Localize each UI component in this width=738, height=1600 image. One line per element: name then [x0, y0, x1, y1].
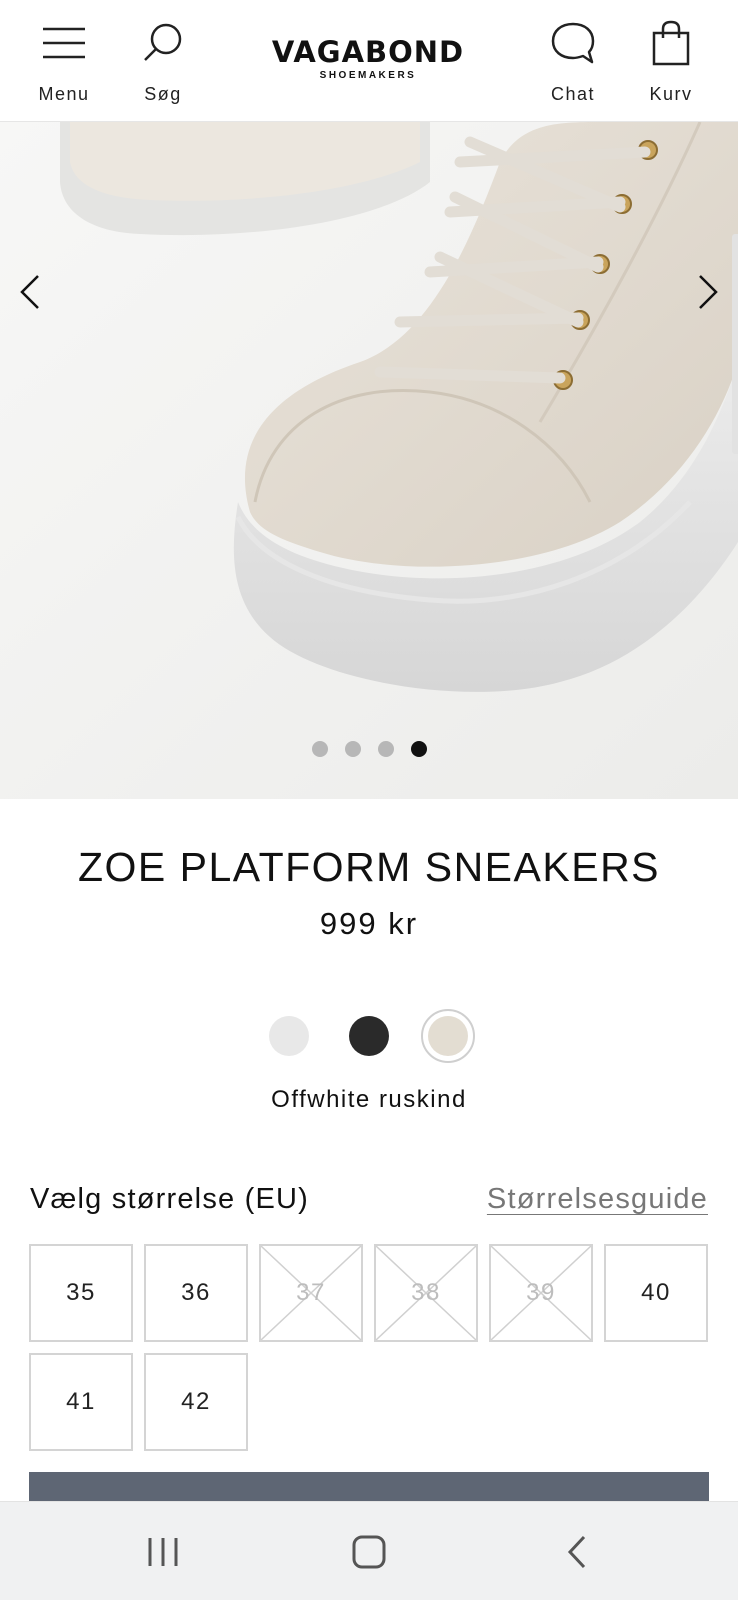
- size-option-40[interactable]: 40: [604, 1244, 708, 1342]
- product-image-carousel[interactable]: [0, 122, 738, 799]
- size-value: 42: [181, 1388, 211, 1415]
- previous-image-button[interactable]: [10, 262, 50, 322]
- size-option-35[interactable]: 35: [29, 1244, 133, 1342]
- recent-apps-button[interactable]: [133, 1530, 193, 1574]
- product-price: 999 kr: [319, 906, 419, 941]
- color-swatch-black[interactable]: [349, 1016, 389, 1056]
- size-option-37-unavailable[interactable]: 37: [259, 1244, 363, 1342]
- size-value: 37: [296, 1279, 326, 1306]
- carousel-dot[interactable]: [344, 741, 361, 757]
- size-guide-link[interactable]: Størrelsesguide: [487, 1183, 708, 1216]
- logo-wordmark: VAGABOND: [271, 35, 465, 69]
- selected-color-name: Offwhite ruskind: [271, 1086, 467, 1113]
- size-option-38-unavailable[interactable]: 38: [374, 1244, 478, 1342]
- site-header: Menu Søg VAGABOND SHOEMAKERS Chat Kurv: [0, 0, 738, 122]
- color-swatch-offwhite-selected[interactable]: [421, 1009, 475, 1063]
- brand-logo[interactable]: VAGABOND SHOEMAKERS: [248, 36, 488, 81]
- size-value: 40: [641, 1279, 671, 1306]
- back-chevron-icon: [567, 1535, 586, 1569]
- color-swatch-light-grey[interactable]: [269, 1016, 309, 1056]
- next-image-button[interactable]: [688, 262, 728, 322]
- chevron-left-icon: [20, 275, 39, 309]
- size-option-36[interactable]: 36: [144, 1244, 248, 1342]
- menu-label: Menu: [38, 84, 90, 104]
- size-option-41[interactable]: 41: [29, 1353, 133, 1451]
- carousel-dot[interactable]: [311, 741, 328, 757]
- chat-label: Chat: [550, 84, 596, 104]
- carousel-pagination: [0, 741, 738, 757]
- home-button[interactable]: [339, 1530, 399, 1574]
- size-value: 39: [526, 1279, 556, 1306]
- edge-panel-handle[interactable]: [732, 234, 738, 454]
- size-option-39-unavailable[interactable]: 39: [489, 1244, 593, 1342]
- size-value: 38: [411, 1279, 441, 1306]
- recent-apps-icon: [148, 1538, 178, 1566]
- size-selector-label: Vælg størrelse (EU): [30, 1183, 309, 1215]
- shopping-bag-icon: [646, 18, 696, 68]
- chevron-right-icon: [699, 275, 718, 309]
- search-icon: [138, 18, 188, 68]
- cart-label: Kurv: [649, 84, 693, 104]
- color-swatch-fill: [428, 1016, 468, 1056]
- product-photo: [0, 122, 738, 799]
- carousel-dot[interactable]: [377, 741, 394, 757]
- back-button[interactable]: [547, 1530, 607, 1574]
- search-button[interactable]: Søg: [118, 18, 208, 108]
- system-navigation-bar: [0, 1501, 738, 1600]
- home-icon: [352, 1535, 386, 1569]
- search-label: Søg: [144, 84, 182, 104]
- size-value: 35: [66, 1279, 96, 1306]
- product-title: ZOE PLATFORM SNEAKERS: [77, 844, 661, 890]
- size-value: 36: [181, 1279, 211, 1306]
- chat-bubble-icon: [548, 18, 598, 68]
- chat-button[interactable]: Chat: [528, 18, 618, 108]
- carousel-dot-active[interactable]: [410, 741, 427, 757]
- size-value: 41: [66, 1388, 96, 1415]
- hamburger-icon: [39, 18, 89, 68]
- size-option-42[interactable]: 42: [144, 1353, 248, 1451]
- cart-button[interactable]: Kurv: [626, 18, 716, 108]
- menu-button[interactable]: Menu: [19, 18, 109, 108]
- color-swatches: [0, 1008, 738, 1064]
- logo-subtitle: SHOEMAKERS: [319, 70, 417, 81]
